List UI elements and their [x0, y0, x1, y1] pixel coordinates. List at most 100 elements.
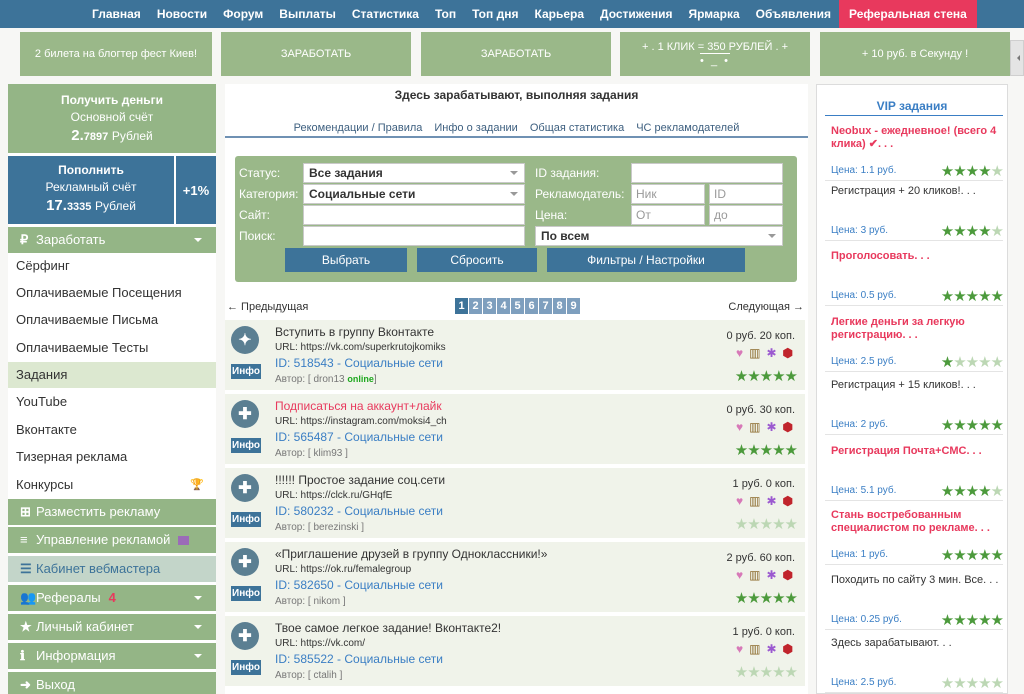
- task-info-button[interactable]: Инфо: [231, 364, 261, 379]
- menu-item-vkontakte[interactable]: Вконтакте: [8, 417, 216, 443]
- nav-ads[interactable]: Объявления: [748, 0, 839, 28]
- page-8-link[interactable]: 8: [553, 298, 566, 314]
- menu-webmaster[interactable]: ☰ Кабинет вебмастера: [8, 556, 216, 582]
- vip-item-text[interactable]: Регистрация Почта+СМС. . .: [831, 445, 1003, 458]
- nav-achievements[interactable]: Достижения: [592, 0, 680, 28]
- vip-item[interactable]: Здесь зарабатывают. . . Цена: 2.5 руб. ★★★…: [825, 633, 1004, 693]
- trash-icon[interactable]: ▥: [749, 494, 760, 508]
- menu-info[interactable]: ℹ Информация: [8, 643, 216, 669]
- category-select[interactable]: Социальные сети: [303, 184, 525, 204]
- vip-item[interactable]: Легкие деньги за легкую регистрацию. . .…: [825, 312, 1004, 372]
- task-id[interactable]: ID: 518543 - Социальные сети: [275, 356, 443, 370]
- nav-top[interactable]: Топ: [427, 0, 464, 28]
- heart-icon[interactable]: ♥: [736, 420, 743, 434]
- menu-place-ad[interactable]: ⊞ Разместить рекламу: [8, 499, 216, 525]
- page-9-link[interactable]: 9: [567, 298, 580, 314]
- filters-settings-button[interactable]: Фильтры / Настройки: [547, 248, 745, 272]
- page-5-link[interactable]: 5: [511, 298, 524, 314]
- nav-payouts[interactable]: Выплаты: [271, 0, 344, 28]
- nav-career[interactable]: Карьера: [526, 0, 592, 28]
- vip-item-text[interactable]: Здесь зарабатывают. . .: [831, 637, 1003, 650]
- bug-icon[interactable]: ✱: [766, 568, 776, 582]
- shield-icon[interactable]: ⬢: [783, 568, 793, 582]
- nav-news[interactable]: Новости: [149, 0, 215, 28]
- shield-icon[interactable]: ⬢: [783, 494, 793, 508]
- page-4-link[interactable]: 4: [497, 298, 510, 314]
- bug-icon[interactable]: ✱: [766, 420, 776, 434]
- task-info-button[interactable]: Инфо: [231, 512, 261, 527]
- ad-balance-box[interactable]: Пополнить Рекламный счёт 17.3335 Рублей: [8, 156, 174, 224]
- task-id[interactable]: ID: 585522 - Социальные сети: [275, 652, 443, 666]
- page-3-link[interactable]: 3: [483, 298, 496, 314]
- vip-item-text[interactable]: Регистрация + 20 кликов!. . .: [831, 185, 1003, 198]
- task-id-input[interactable]: [631, 163, 783, 183]
- trash-icon[interactable]: ▥: [749, 346, 760, 360]
- task-title[interactable]: Вступить в группу Вконтакте: [275, 325, 434, 339]
- next-page-link[interactable]: Следующая →: [728, 301, 804, 313]
- shield-icon[interactable]: ⬢: [783, 642, 793, 656]
- task-id[interactable]: ID: 580232 - Социальные сети: [275, 504, 443, 518]
- task-title[interactable]: «Приглашение друзей в группу Одноклассни…: [275, 547, 547, 561]
- bug-icon[interactable]: ✱: [766, 346, 776, 360]
- shield-icon[interactable]: ⬢: [783, 346, 793, 360]
- topup-bonus[interactable]: +1%: [176, 156, 216, 224]
- menu-manage-ads[interactable]: ≡ Управление рекламой: [8, 527, 216, 553]
- tab-task-info[interactable]: Инфо о задании: [428, 122, 523, 136]
- menu-earn[interactable]: ₽ Заработать: [8, 227, 216, 253]
- heart-icon[interactable]: ♥: [736, 568, 743, 582]
- menu-cabinet[interactable]: ★ Личный кабинет: [8, 614, 216, 640]
- reset-button[interactable]: Сбросить: [417, 248, 537, 272]
- vip-item[interactable]: Проголосовать. . . Цена: 0.5 руб. ★★★★★: [825, 246, 1004, 306]
- nav-statistics[interactable]: Статистика: [344, 0, 427, 28]
- heart-icon[interactable]: ♥: [736, 346, 743, 360]
- task-title[interactable]: Твое самое легкое задание! Вконтакте2!: [275, 621, 501, 635]
- page-7-link[interactable]: 7: [539, 298, 552, 314]
- vip-item-text[interactable]: Легкие деньги за легкую регистрацию. . .: [831, 316, 1003, 342]
- status-select[interactable]: Все задания: [303, 163, 525, 183]
- task-title[interactable]: !!!!!! Простое задание соц.сети: [275, 473, 445, 487]
- vip-item[interactable]: Походить по сайту 3 мин. Все. . . Цена: 0…: [825, 570, 1004, 630]
- vip-item-text[interactable]: Проголосовать. . .: [831, 250, 1003, 263]
- tab-rules[interactable]: Рекомендации / Правила: [288, 122, 429, 136]
- advertiser-id-input[interactable]: [709, 184, 783, 204]
- page-2-link[interactable]: 2: [469, 298, 482, 314]
- menu-referrals[interactable]: 👥Рефералы 4: [8, 585, 216, 611]
- vip-item[interactable]: Neobux - ежедневное! (всего 4 клика) ✔. …: [825, 121, 1004, 181]
- task-id[interactable]: ID: 565487 - Социальные сети: [275, 430, 443, 444]
- menu-item-tasks[interactable]: Задания: [8, 362, 216, 388]
- price-from-input[interactable]: [631, 205, 705, 225]
- advertiser-nick-input[interactable]: [631, 184, 705, 204]
- vip-item-text[interactable]: Походить по сайту 3 мин. Все. . .: [831, 574, 1003, 587]
- trash-icon[interactable]: ▥: [749, 642, 760, 656]
- menu-item-youtube[interactable]: YouTube: [8, 389, 216, 415]
- banner-scroll-right-icon[interactable]: [1010, 40, 1024, 76]
- heart-icon[interactable]: ♥: [736, 642, 743, 656]
- page-6-link[interactable]: 6: [525, 298, 538, 314]
- shield-icon[interactable]: ⬢: [783, 420, 793, 434]
- task-title[interactable]: Подписаться на аккаунт+лайк: [275, 399, 442, 413]
- site-input[interactable]: [303, 205, 525, 225]
- bug-icon[interactable]: ✱: [766, 642, 776, 656]
- vip-item[interactable]: Регистрация + 15 кликов!. . . Цена: 2 руб…: [825, 375, 1004, 435]
- menu-item-surfing[interactable]: Сёрфинг: [8, 253, 216, 279]
- vip-item-text[interactable]: Neobux - ежедневное! (всего 4 клика) ✔. …: [831, 125, 1003, 151]
- page-1-link[interactable]: 1: [455, 298, 468, 314]
- menu-item-paid-tests[interactable]: Оплачиваемые Тесты: [8, 335, 216, 361]
- vip-item[interactable]: Регистрация Почта+СМС. . . Цена: 5.1 руб.…: [825, 441, 1004, 501]
- menu-item-paid-visits[interactable]: Оплачиваемые Посещения: [8, 280, 216, 306]
- banner-1[interactable]: 2 билета на блогтер фест Киев!: [20, 32, 212, 76]
- main-balance-box[interactable]: Получить деньги Основной счёт 2.7897 Руб…: [8, 84, 216, 153]
- banner-4[interactable]: + . 1 КЛИК = 350 РУБЛЕЙ . + • _ •: [620, 32, 810, 76]
- task-info-button[interactable]: Инфо: [231, 660, 261, 675]
- nav-home[interactable]: Главная: [84, 0, 149, 28]
- vip-item[interactable]: Регистрация + 20 кликов!. . . Цена: 3 руб…: [825, 181, 1004, 241]
- heart-icon[interactable]: ♥: [736, 494, 743, 508]
- nav-top-day[interactable]: Топ дня: [464, 0, 526, 28]
- menu-item-teaser-ads[interactable]: Тизерная реклама: [8, 444, 216, 470]
- task-info-button[interactable]: Инфо: [231, 438, 261, 453]
- menu-item-paid-mails[interactable]: Оплачиваемые Письма: [8, 307, 216, 333]
- vip-item-text[interactable]: Стань востребованным специалистом по рек…: [831, 509, 1003, 535]
- vip-title[interactable]: VIP задания: [817, 99, 1007, 113]
- trash-icon[interactable]: ▥: [749, 420, 760, 434]
- prev-page-link[interactable]: ← Предыдущая: [227, 301, 308, 313]
